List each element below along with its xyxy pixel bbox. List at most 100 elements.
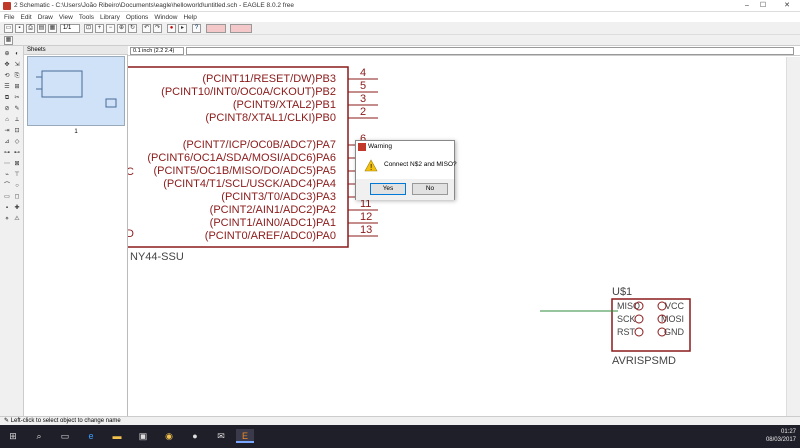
avr-pin-pad [634,327,644,337]
tool-button[interactable]: ⟂ [13,116,21,124]
tool-button[interactable]: ⊠ [13,160,21,168]
menu-edit[interactable]: Edit [20,14,31,21]
tool-button[interactable]: ⊿ [3,138,11,146]
cam-icon[interactable]: ▤ [37,24,46,33]
tool-button[interactable]: ⊕ [3,50,11,58]
maximize-button[interactable]: ☐ [756,1,770,11]
board-icon[interactable]: ▦ [48,24,57,33]
tool-button[interactable]: ⊞ [13,83,21,91]
chip-name: NY44-SSU [130,251,184,263]
tool-button[interactable]: ⎘ [13,72,21,80]
file-explorer-icon[interactable]: ▬ [110,429,124,443]
pin-number: 12 [360,211,372,223]
tool-button[interactable]: ⊷ [13,149,21,157]
menu-help[interactable]: Help [183,14,196,21]
menu-options[interactable]: Options [126,14,148,21]
tool-button[interactable]: ◐ [13,50,21,58]
tool-button[interactable]: ✂ [13,94,21,102]
title-bar: 2 Schematic - C:\Users\João Ribeiro\Docu… [0,0,800,12]
minimize-button[interactable]: – [740,1,754,11]
tool-button[interactable]: ✚ [13,204,21,212]
tool-button[interactable]: ☰ [3,83,11,91]
grid-icon[interactable]: ▦ [4,36,13,45]
avr-pin-pad [634,314,644,324]
tool-button[interactable]: ⊶ [3,149,11,157]
menu-tools[interactable]: Tools [79,14,94,21]
vertical-scrollbar[interactable] [786,57,800,416]
menu-draw[interactable]: Draw [38,14,53,21]
yes-button[interactable]: Yes [370,183,406,195]
tool-button[interactable]: ⌒ [3,182,11,190]
github-icon[interactable]: ● [188,429,202,443]
command-input[interactable] [186,47,794,55]
zoom-select-icon[interactable]: ⊕ [117,24,126,33]
status-text: Left-click to select object to change na… [10,418,121,424]
print-icon[interactable]: ⎙ [26,24,35,33]
tool-button[interactable]: ◇ [13,138,21,146]
tool-button[interactable]: ⇲ [13,61,21,69]
menu-window[interactable]: Window [154,14,177,21]
command-bar: 0.1 inch (2.2 2.4) [128,46,800,56]
avr-name: AVRISPSMD [612,355,676,367]
tool-button[interactable]: ⇥ [3,127,11,135]
pin-label: (PCINT7/ICP/OC0B/ADC7)PA7 [183,139,336,151]
pin-label: (PCINT2/AIN1/ADC2)PA2 [210,204,336,216]
tool-button[interactable]: ⊘ [3,105,11,113]
save-icon[interactable]: ▪ [15,24,24,33]
stop-icon[interactable]: ● [167,24,176,33]
svg-text:!: ! [370,163,372,172]
tool-button[interactable]: ⟲ [3,72,11,80]
schematic-canvas[interactable]: (PCINT11/RESET/DW)PB3 4 (PCINT10/INT0/OC0A… [128,57,786,416]
tool-button[interactable]: ⊤ [13,171,21,179]
tool-button[interactable]: ⋄ [3,215,11,223]
menu-library[interactable]: Library [100,14,120,21]
sheet-select[interactable]: 1/1 [60,24,80,33]
zoom-fit-icon[interactable]: ⊡ [84,24,93,33]
tool-button[interactable]: ⚠ [13,215,21,223]
menu-bar: File Edit Draw View Tools Library Option… [0,12,800,22]
task-view-icon[interactable]: ▭ [58,429,72,443]
tool-button[interactable]: ○ [13,182,21,190]
no-button[interactable]: No [412,183,448,195]
fusion-icon[interactable] [206,24,226,33]
redraw-icon[interactable]: ↻ [128,24,137,33]
menu-file[interactable]: File [4,14,14,21]
close-button[interactable]: ✕ [780,1,794,11]
tool-button[interactable]: ◻ [13,193,21,201]
mail-icon[interactable]: ✉ [214,429,228,443]
windows-start-icon[interactable]: ⊞ [6,429,20,443]
search-icon[interactable]: ⌕ [32,429,46,443]
redo-icon[interactable]: ↷ [153,24,162,33]
zoom-out-icon[interactable]: − [106,24,115,33]
store-icon[interactable]: ▣ [136,429,150,443]
tool-button[interactable]: ▭ [3,193,11,201]
pin-label: (PCINT11/RESET/DW)PB3 [202,73,336,85]
chrome-icon[interactable]: ◉ [162,429,176,443]
status-icon: ✎ [4,418,11,424]
go-icon[interactable]: ▸ [178,24,187,33]
sheet-thumbnail-preview [36,70,117,108]
avr-ref: U$1 [612,286,632,298]
zoom-in-icon[interactable]: + [95,24,104,33]
tool-button[interactable]: ⋯ [3,160,11,168]
tool-button[interactable]: ▪ [3,204,11,212]
undo-icon[interactable]: ↶ [142,24,151,33]
tool-button[interactable]: ✎ [13,105,21,113]
tool-button[interactable]: ✥ [3,61,11,69]
edge-icon[interactable]: e [84,429,98,443]
tool-button[interactable]: ⊡ [13,127,21,135]
open-icon[interactable]: ▭ [4,24,13,33]
pin-number: 13 [360,224,372,236]
avr-pin-label: SCK [617,314,636,324]
tool-button[interactable]: ⧉ [3,94,11,102]
sheet-thumbnail[interactable] [27,56,125,126]
status-bar: ✎ Left-click to select object to change … [0,416,800,425]
eagle-icon[interactable]: E [236,429,254,443]
pin-label: (PCINT4/T1/SCL/USCK/ADC4)PA4 [163,178,336,190]
design-link-icon[interactable] [230,24,252,33]
menu-view[interactable]: View [59,14,73,21]
tool-button[interactable]: ⌂ [3,116,11,124]
help-icon[interactable]: ? [192,24,201,33]
tool-button[interactable]: ⌁ [3,171,11,179]
system-tray: 01:27 08/03/2017 [766,428,796,444]
